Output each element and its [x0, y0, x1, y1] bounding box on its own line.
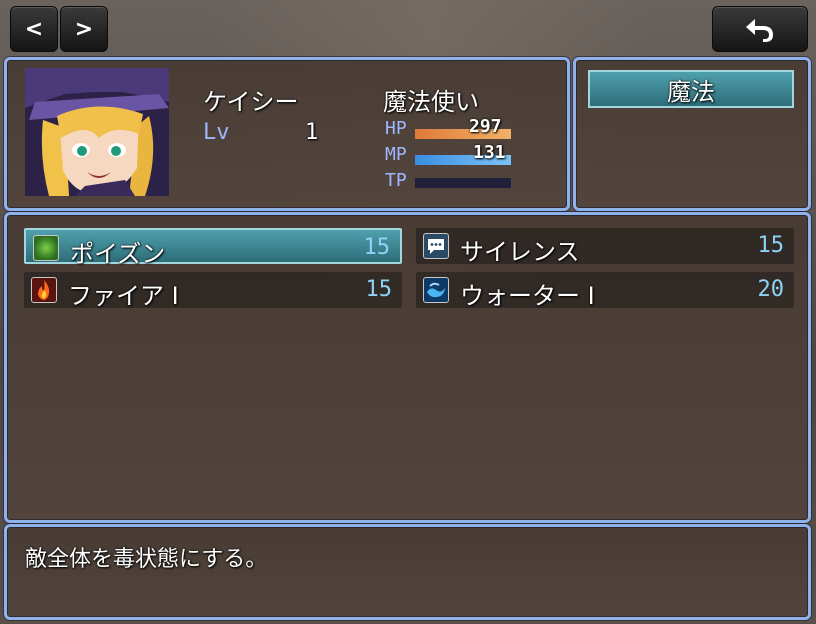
poison-icon	[33, 235, 59, 261]
skill-cost: 15	[363, 235, 391, 260]
skill-item-water[interactable]: ウォーター I 20	[416, 272, 794, 310]
skill-cost: 15	[757, 233, 785, 258]
skill-cost: 20	[757, 277, 785, 302]
actor-face-portrait	[25, 68, 169, 196]
skill-name: ファイア I	[68, 282, 179, 310]
hp-value: 297	[469, 116, 502, 137]
back-arrow-icon	[746, 19, 773, 42]
skill-type-window: 魔法	[573, 57, 811, 211]
actor-name: ケイシー	[203, 88, 299, 116]
skill-type-label: 魔法	[667, 77, 715, 106]
actor-class: 魔法使い	[383, 88, 479, 116]
level-value: 1	[305, 120, 319, 145]
status-window: ケイシー 魔法使い Lv 1 HP 297 MP 131 TP	[4, 57, 570, 211]
skill-type-magic[interactable]: 魔法	[588, 70, 794, 108]
back-button[interactable]	[712, 6, 808, 52]
level-label: Lv	[203, 120, 230, 145]
mp-value: 131	[473, 142, 506, 163]
fire-icon	[31, 277, 57, 303]
tp-label: TP	[385, 170, 407, 191]
skill-list-window: ポイズン 15 サイレンス 15 ファイア I 15 ウォーター I 20	[4, 212, 811, 523]
skill-item-poison[interactable]: ポイズン 15	[24, 228, 402, 268]
skill-name: ウォーター I	[460, 282, 595, 310]
hp-label: HP	[385, 118, 407, 139]
silence-icon	[423, 233, 449, 259]
skill-name: ポイズン	[70, 240, 166, 268]
tp-gauge	[415, 178, 511, 188]
water-icon	[423, 277, 449, 303]
next-actor-button[interactable]: >	[60, 6, 108, 52]
next-label: >	[74, 16, 94, 42]
prev-label: <	[24, 16, 44, 42]
skill-item-fire[interactable]: ファイア I 15	[24, 272, 402, 310]
skill-item-silence[interactable]: サイレンス 15	[416, 228, 794, 266]
skill-cost: 15	[365, 277, 393, 302]
prev-actor-button[interactable]: <	[10, 6, 58, 52]
skill-name: サイレンス	[460, 238, 580, 266]
mp-label: MP	[385, 144, 407, 165]
witch-portrait-image	[25, 68, 169, 196]
help-window: 敵全体を毒状態にする。	[4, 524, 811, 620]
top-bar: < >	[0, 0, 816, 56]
help-text: 敵全体を毒状態にする。	[25, 547, 268, 572]
